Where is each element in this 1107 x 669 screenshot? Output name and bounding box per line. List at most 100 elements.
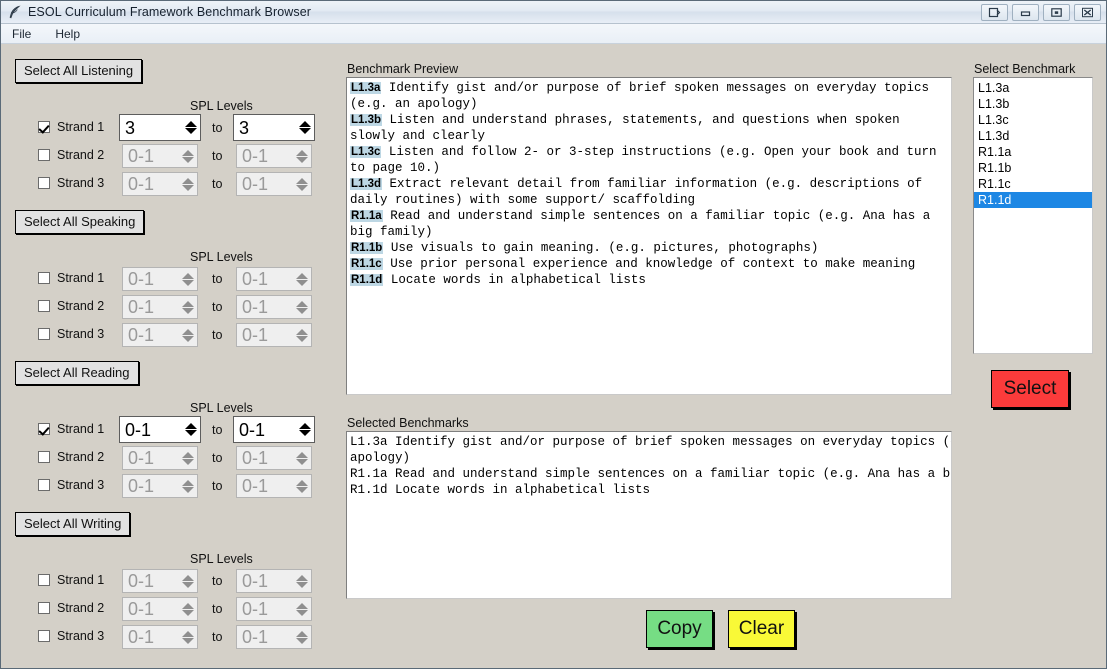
spinner-down-icon[interactable] (181, 609, 194, 616)
spinner-up-icon[interactable] (295, 300, 308, 307)
menu-item-help[interactable]: Help (52, 26, 83, 42)
select-all-listening-button[interactable]: Select All Listening (15, 59, 143, 83)
spl-from-spinner-writing-2[interactable]: 0-1 (122, 597, 198, 621)
spinner-up-icon[interactable] (295, 574, 308, 581)
spinner-up-icon[interactable] (181, 300, 194, 307)
spl-from-spinner-speaking-2[interactable]: 0-1 (122, 295, 198, 319)
strand-checkbox-reading-3[interactable]: Strand 3 (38, 478, 104, 492)
strand-checkbox-speaking-2[interactable]: Strand 2 (38, 299, 104, 313)
strand-checkbox-listening-3[interactable]: Strand 3 (38, 176, 104, 190)
spinner-down-icon[interactable] (295, 637, 308, 644)
strand-checkbox-reading-2[interactable]: Strand 2 (38, 450, 104, 464)
minimize-window-button[interactable] (1012, 4, 1039, 21)
menu-item-file[interactable]: File (9, 26, 34, 42)
selected-benchmarks-textarea[interactable]: L1.3a Identify gist and/or purpose of br… (346, 431, 952, 599)
spl-from-spinner-listening-3[interactable]: 0-1 (122, 172, 198, 196)
select-all-writing-button[interactable]: Select All Writing (15, 512, 131, 536)
spinner-up-icon[interactable] (295, 328, 308, 335)
strand-checkbox-writing-3[interactable]: Strand 3 (38, 629, 104, 643)
copy-button[interactable]: Copy (646, 610, 713, 648)
restore-window-button[interactable] (981, 4, 1008, 21)
spinner-down-icon[interactable] (181, 156, 194, 163)
spinner-down-icon[interactable] (181, 279, 194, 286)
list-item[interactable]: R1.1b (974, 160, 1092, 176)
spinner-up-icon[interactable] (181, 451, 194, 458)
spl-from-spinner-speaking-3[interactable]: 0-1 (122, 323, 198, 347)
list-item[interactable]: R1.1a (974, 144, 1092, 160)
spinner-down-icon[interactable] (184, 128, 197, 134)
spinner-down-icon[interactable] (298, 128, 311, 134)
spl-from-spinner-speaking-1[interactable]: 0-1 (122, 267, 198, 291)
list-item[interactable]: L1.3d (974, 128, 1092, 144)
list-item[interactable]: L1.3c (974, 112, 1092, 128)
spl-to-spinner-writing-3[interactable]: 0-1 (236, 625, 312, 649)
spinner-down-icon[interactable] (295, 279, 308, 286)
spinner-up-icon[interactable] (295, 479, 308, 486)
spinner-up-icon[interactable] (181, 272, 194, 279)
spl-to-spinner-listening-2[interactable]: 0-1 (236, 144, 312, 168)
strand-checkbox-speaking-1[interactable]: Strand 1 (38, 271, 104, 285)
clear-button[interactable]: Clear (728, 610, 795, 648)
spl-from-spinner-writing-3[interactable]: 0-1 (122, 625, 198, 649)
spinner-up-icon[interactable] (295, 602, 308, 609)
spinner-up-icon[interactable] (181, 630, 194, 637)
spinner-up-icon[interactable] (295, 177, 308, 184)
close-window-button[interactable] (1074, 4, 1101, 21)
spinner-down-icon[interactable] (295, 184, 308, 191)
spinner-up-icon[interactable] (184, 423, 197, 429)
benchmark-listbox[interactable]: L1.3a L1.3b L1.3c L1.3d R1.1a R1.1b R1.1c R1.1d (973, 77, 1093, 354)
spl-to-spinner-writing-1[interactable]: 0-1 (236, 569, 312, 593)
spl-to-spinner-reading-3[interactable]: 0-1 (236, 474, 312, 498)
spl-to-spinner-speaking-3[interactable]: 0-1 (236, 323, 312, 347)
spinner-down-icon[interactable] (295, 458, 308, 465)
list-item[interactable]: L1.3b (974, 96, 1092, 112)
spinner-up-icon[interactable] (184, 121, 197, 127)
spinner-down-icon[interactable] (295, 581, 308, 588)
spl-to-spinner-speaking-2[interactable]: 0-1 (236, 295, 312, 319)
list-item[interactable]: L1.3a (974, 80, 1092, 96)
spl-from-spinner-listening-2[interactable]: 0-1 (122, 144, 198, 168)
spl-to-spinner-reading-1[interactable]: 0-1 (233, 416, 315, 443)
spinner-down-icon[interactable] (295, 609, 308, 616)
spl-to-spinner-writing-2[interactable]: 0-1 (236, 597, 312, 621)
strand-checkbox-writing-1[interactable]: Strand 1 (38, 573, 104, 587)
strand-checkbox-speaking-3[interactable]: Strand 3 (38, 327, 104, 341)
spl-from-spinner-listening-1[interactable]: 3 (119, 114, 201, 141)
spinner-down-icon[interactable] (181, 307, 194, 314)
spinner-down-icon[interactable] (295, 486, 308, 493)
select-all-speaking-button[interactable]: Select All Speaking (15, 210, 145, 234)
spl-to-spinner-reading-2[interactable]: 0-1 (236, 446, 312, 470)
select-button[interactable]: Select (991, 370, 1069, 408)
strand-checkbox-reading-1[interactable]: Strand 1 (38, 422, 104, 436)
strand-checkbox-listening-2[interactable]: Strand 2 (38, 148, 104, 162)
spinner-up-icon[interactable] (295, 451, 308, 458)
maximize-window-button[interactable] (1043, 4, 1070, 21)
benchmark-preview-textarea[interactable]: L1.3a Identify gist and/or purpose of br… (346, 77, 952, 395)
spinner-up-icon[interactable] (181, 602, 194, 609)
spinner-up-icon[interactable] (181, 177, 194, 184)
spl-from-spinner-writing-1[interactable]: 0-1 (122, 569, 198, 593)
spinner-down-icon[interactable] (181, 581, 194, 588)
spinner-up-icon[interactable] (295, 149, 308, 156)
strand-checkbox-writing-2[interactable]: Strand 2 (38, 601, 104, 615)
strand-checkbox-listening-1[interactable]: Strand 1 (38, 120, 104, 134)
spl-to-spinner-speaking-1[interactable]: 0-1 (236, 267, 312, 291)
spinner-down-icon[interactable] (181, 486, 194, 493)
spinner-up-icon[interactable] (181, 479, 194, 486)
spinner-down-icon[interactable] (298, 430, 311, 436)
spinner-down-icon[interactable] (295, 335, 308, 342)
list-item[interactable]: R1.1c (974, 176, 1092, 192)
spinner-up-icon[interactable] (295, 272, 308, 279)
spinner-up-icon[interactable] (298, 423, 311, 429)
spl-to-spinner-listening-3[interactable]: 0-1 (236, 172, 312, 196)
spl-from-spinner-reading-3[interactable]: 0-1 (122, 474, 198, 498)
select-all-reading-button[interactable]: Select All Reading (15, 361, 139, 385)
spinner-up-icon[interactable] (295, 630, 308, 637)
spinner-down-icon[interactable] (295, 156, 308, 163)
spinner-down-icon[interactable] (184, 430, 197, 436)
spinner-down-icon[interactable] (181, 458, 194, 465)
spl-from-spinner-reading-1[interactable]: 0-1 (119, 416, 201, 443)
spinner-up-icon[interactable] (298, 121, 311, 127)
spinner-down-icon[interactable] (295, 307, 308, 314)
spl-to-spinner-listening-1[interactable]: 3 (233, 114, 315, 141)
